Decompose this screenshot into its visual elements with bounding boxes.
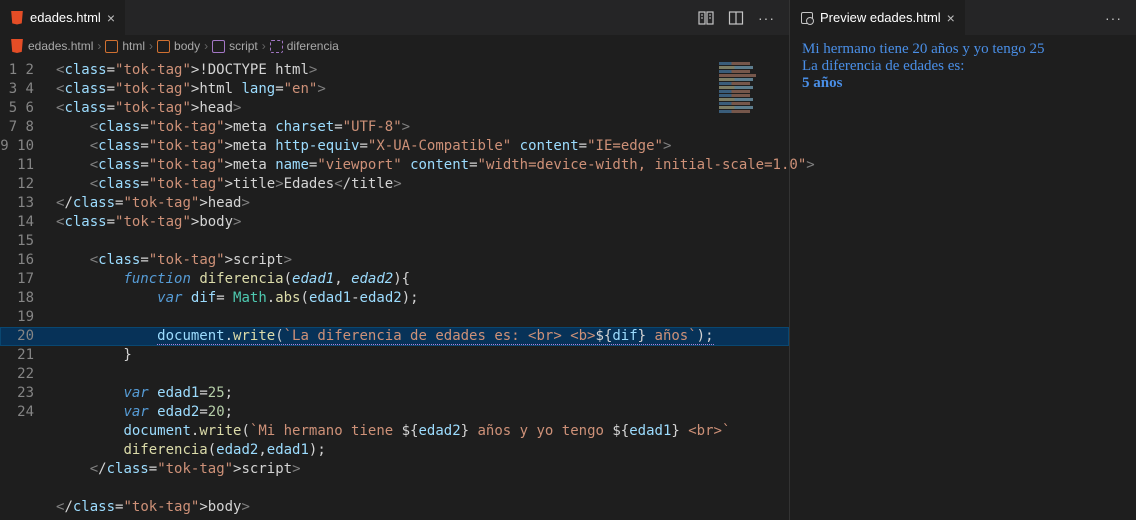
breadcrumb[interactable]: edades.html › html › body › script › dif…: [0, 35, 789, 57]
breadcrumb-function[interactable]: diferencia: [287, 39, 339, 53]
preview-pane: Preview edades.html × ··· Mi hermano tie…: [790, 0, 1136, 520]
editor-tab-edades[interactable]: edades.html ×: [0, 0, 126, 35]
minimap[interactable]: [715, 61, 785, 181]
breadcrumb-script[interactable]: script: [229, 39, 258, 53]
symbol-html-icon: [105, 40, 118, 53]
code-editor[interactable]: 1 2 3 4 5 6 7 8 9 10 11 12 13 14 15 16 1…: [0, 57, 789, 520]
more-actions-icon[interactable]: ···: [758, 10, 775, 26]
preview-icon: [800, 11, 814, 25]
preview-tab-bar: Preview edades.html × ···: [790, 0, 1136, 35]
preview-line2: La diferencia de edades es:: [802, 58, 964, 74]
compare-icon[interactable]: [698, 10, 714, 26]
breadcrumb-file[interactable]: edades.html: [28, 39, 93, 53]
breadcrumb-html[interactable]: html: [122, 39, 145, 53]
html5-icon: [10, 39, 24, 53]
line-gutter: 1 2 3 4 5 6 7 8 9 10 11 12 13 14 15 16 1…: [0, 57, 46, 422]
preview-tab-label: Preview edades.html: [820, 10, 941, 25]
breadcrumb-body[interactable]: body: [174, 39, 200, 53]
editor-tab-actions: ···: [698, 10, 789, 26]
symbol-body-icon: [157, 40, 170, 53]
chevron-right-icon: ›: [204, 39, 208, 53]
preview-line1: Mi hermano tiene 20 años y yo tengo 25: [802, 41, 1044, 57]
symbol-function-icon: [270, 40, 283, 53]
close-icon[interactable]: ×: [107, 10, 115, 26]
preview-line3: 5 años: [802, 75, 842, 91]
chevron-right-icon: ›: [97, 39, 101, 53]
close-icon[interactable]: ×: [947, 10, 955, 26]
preview-content: Mi hermano tiene 20 años y yo tengo 25 L…: [790, 35, 1136, 98]
html5-icon: [10, 11, 24, 25]
split-editor-icon[interactable]: [728, 10, 744, 26]
chevron-right-icon: ›: [149, 39, 153, 53]
more-actions-icon[interactable]: ···: [1105, 10, 1122, 26]
editor-tab-label: edades.html: [30, 10, 101, 25]
code-content[interactable]: <class="tok-tag">!DOCTYPE html> <class="…: [56, 61, 789, 517]
chevron-right-icon: ›: [262, 39, 266, 53]
editor-pane: edades.html × ··· edades.html › html › b…: [0, 0, 790, 520]
preview-tab[interactable]: Preview edades.html ×: [790, 0, 966, 35]
symbol-script-icon: [212, 40, 225, 53]
preview-tab-actions: ···: [1105, 10, 1136, 26]
editor-tab-bar: edades.html × ···: [0, 0, 789, 35]
